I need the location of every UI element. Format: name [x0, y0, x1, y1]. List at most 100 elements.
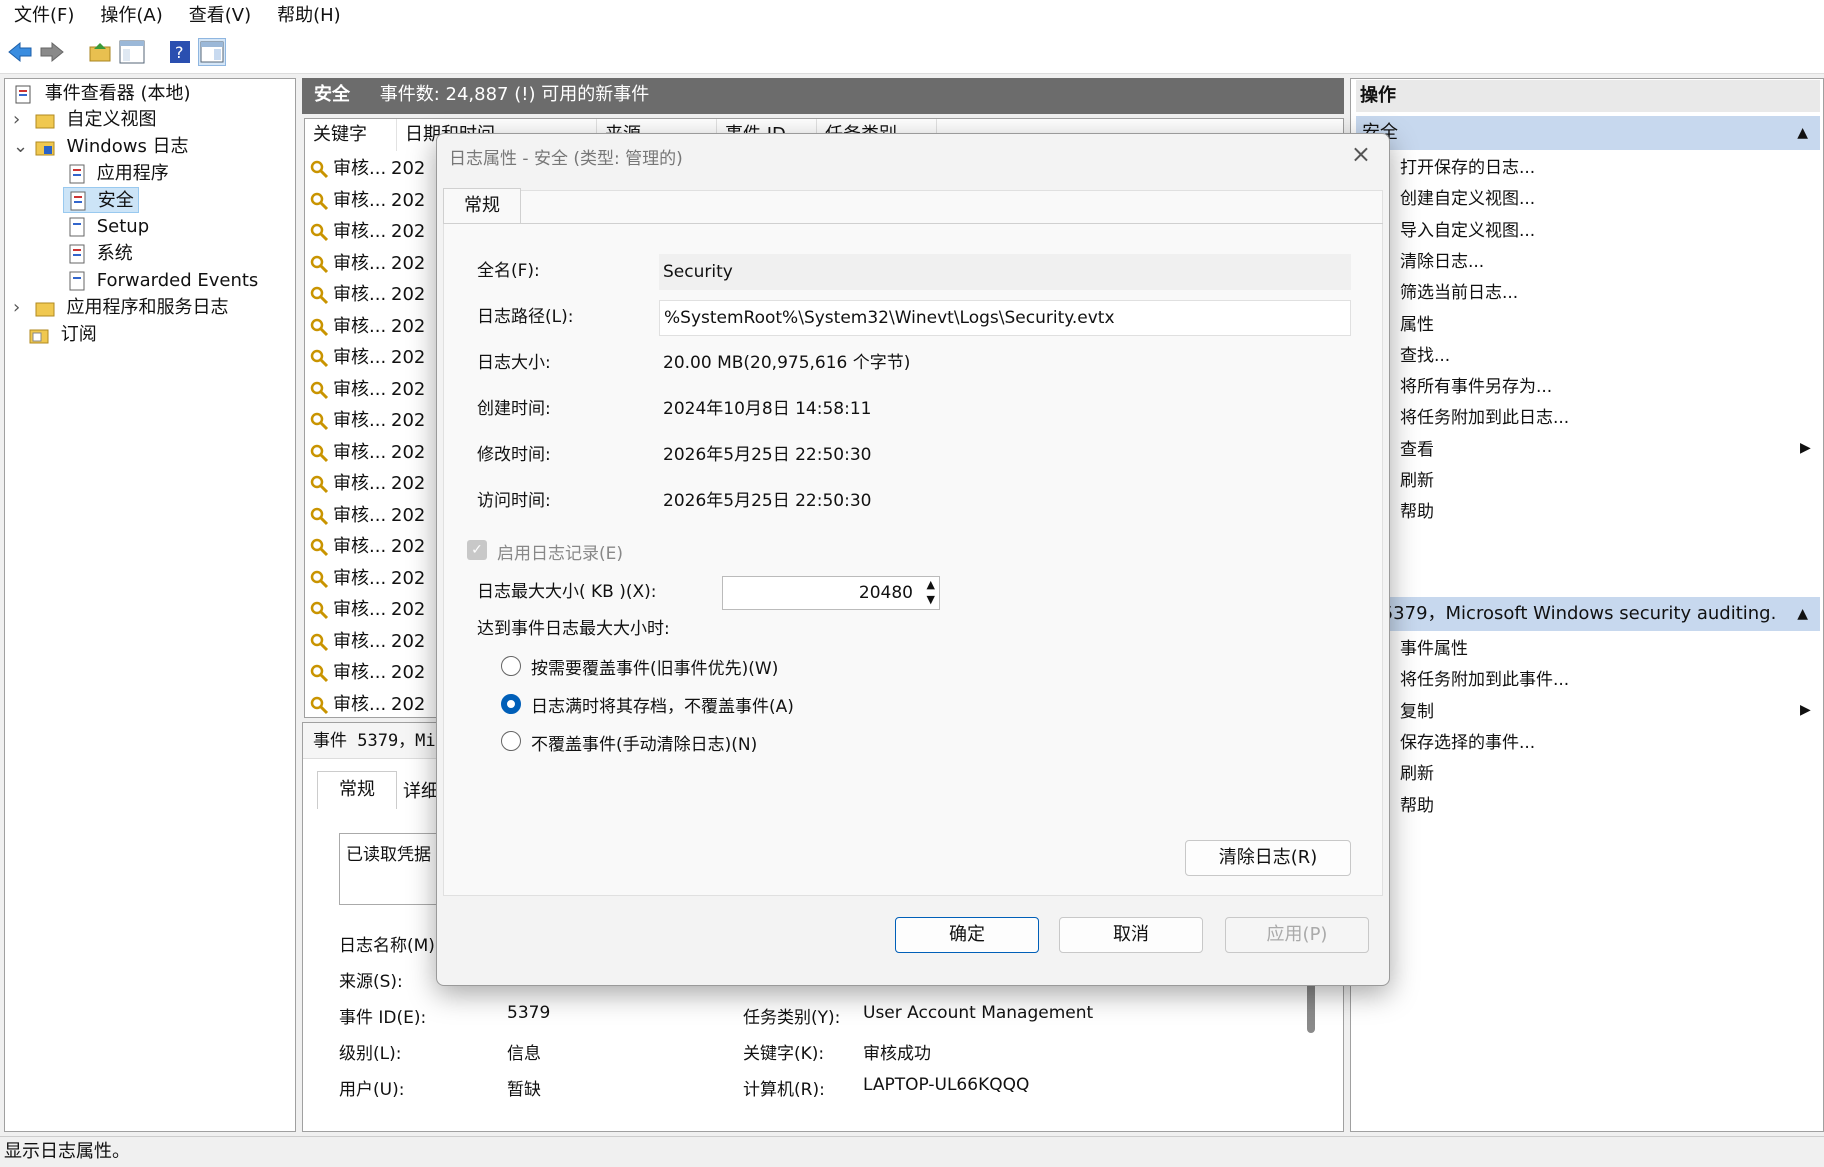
size-label: 日志大小:: [477, 353, 551, 373]
tree-windows-logs[interactable]: ⌄ Windows 日志: [13, 134, 189, 160]
table-row[interactable]: 审核... 202: [309, 279, 425, 310]
max-size-spinner[interactable]: 20480 ▲ ▼: [722, 576, 940, 610]
tree-log-setup[interactable]: Setup: [67, 214, 149, 240]
task-value: User Account Management: [863, 1003, 1094, 1023]
apply-button[interactable]: 应用(P): [1225, 917, 1369, 953]
table-row[interactable]: 审核... 202: [309, 216, 425, 247]
table-row[interactable]: 审核... 202: [309, 626, 425, 657]
radio-archive[interactable]: [501, 694, 521, 714]
audit-key-icon: [310, 601, 329, 620]
folder-icon: [35, 114, 55, 129]
audit-key-icon: [310, 318, 329, 336]
table-row[interactable]: 审核... 202: [309, 468, 425, 499]
cancel-button[interactable]: 取消: [1059, 917, 1203, 953]
log-icon: [69, 164, 85, 184]
tree-subscriptions[interactable]: 订阅: [29, 322, 97, 348]
table-row[interactable]: 审核... 202: [309, 563, 425, 594]
table-row[interactable]: 审核... 202: [309, 185, 425, 216]
audit-key-icon: [310, 381, 329, 399]
row-keyword: 审核...: [333, 504, 387, 526]
chevron-right-icon[interactable]: ›: [13, 295, 29, 321]
tab-general[interactable]: 常规: [317, 771, 397, 809]
tab-details[interactable]: 详细: [403, 777, 439, 803]
audit-key-icon: [310, 538, 329, 557]
tree-log-forwarded[interactable]: Forwarded Events: [67, 268, 258, 294]
path-field[interactable]: %SystemRoot%\System32\Winevt\Logs\Securi…: [659, 300, 1351, 336]
dialog-tab-general[interactable]: 常规: [443, 188, 521, 224]
tree-log-application[interactable]: 应用程序: [67, 161, 169, 187]
menu-file[interactable]: 文件(F): [0, 0, 86, 32]
show-hide-tree-icon[interactable]: [118, 38, 146, 66]
table-row[interactable]: 审核... 202: [309, 594, 425, 625]
table-row[interactable]: 审核... 202: [309, 153, 425, 184]
enable-logging-checkbox[interactable]: ✓: [467, 540, 487, 560]
status-bar: 显示日志属性。: [0, 1136, 1824, 1166]
collapse-icon[interactable]: ▲: [1797, 597, 1808, 631]
tree-custom-views-label: 自定义视图: [66, 109, 157, 130]
tree-subscriptions-label: 订阅: [60, 324, 97, 345]
action-item[interactable]: 帮助: [1400, 494, 1804, 530]
tree-app-service-logs[interactable]: › 应用程序和服务日志: [13, 295, 228, 321]
chevron-right-icon[interactable]: ›: [13, 107, 29, 133]
row-keyword: 审核...: [333, 158, 387, 179]
menu-action[interactable]: 操作(A): [86, 0, 174, 32]
table-row[interactable]: 审核... 202: [309, 342, 425, 373]
action-item[interactable]: 帮助: [1400, 788, 1804, 824]
table-row[interactable]: 审核... 202: [309, 374, 425, 405]
collapse-icon[interactable]: ▲: [1797, 116, 1808, 150]
table-row[interactable]: 审核... 202: [309, 311, 425, 342]
log-icon: [69, 244, 85, 264]
tree-log-system[interactable]: 系统: [67, 241, 133, 267]
table-row[interactable]: 审核... 202: [309, 437, 425, 468]
table-row[interactable]: 审核... 202: [309, 500, 425, 531]
menu-view[interactable]: 查看(V): [175, 0, 263, 32]
radio-no-overwrite-label[interactable]: 不覆盖事件(手动清除日志)(N): [531, 730, 757, 755]
actions-section-security[interactable]: 安全 ▲: [1356, 116, 1820, 150]
radio-archive-label[interactable]: 日志满时将其存档，不覆盖事件(A): [531, 692, 794, 717]
actions-section-event[interactable]: 件 5379，Microsoft Windows security auditi…: [1356, 597, 1820, 631]
forward-icon[interactable]: [38, 38, 66, 66]
ok-button[interactable]: 确定: [895, 917, 1039, 953]
up-folder-icon[interactable]: [86, 38, 114, 66]
table-row[interactable]: 审核... 202: [309, 405, 425, 436]
row-date: 202: [391, 284, 426, 305]
actions-section-label: 件 5379，Microsoft Windows security auditi…: [1358, 603, 1777, 624]
row-date: 202: [391, 410, 426, 431]
tree-custom-views[interactable]: › 自定义视图: [13, 107, 156, 133]
table-row[interactable]: 审核... 202: [309, 657, 425, 688]
radio-no-overwrite[interactable]: [501, 731, 521, 751]
table-row[interactable]: 审核... 202: [309, 689, 425, 720]
show-hide-action-pane-icon[interactable]: [198, 38, 226, 66]
back-icon[interactable]: [6, 38, 34, 66]
fullname-field: Security: [659, 254, 1351, 290]
column-header[interactable]: 关键字: [305, 119, 397, 151]
table-row[interactable]: 审核... 202: [309, 531, 425, 562]
row-keyword: 审核...: [333, 189, 387, 211]
radio-overwrite-label[interactable]: 按需要覆盖事件(旧事件优先)(W): [531, 654, 778, 679]
log-header: 安全 事件数: 24,887 (!) 可用的新事件: [302, 78, 1344, 114]
help-icon[interactable]: ?: [166, 38, 194, 66]
accessed-label: 访问时间:: [477, 491, 551, 511]
menu-help[interactable]: 帮助(H): [263, 0, 353, 32]
chevron-down-icon[interactable]: ⌄: [13, 134, 29, 160]
close-icon[interactable]: ×: [1351, 140, 1371, 168]
audit-key-icon: [310, 412, 329, 431]
row-date: 202: [391, 252, 426, 274]
row-keyword: 审核...: [333, 693, 387, 715]
toolbar: ?: [0, 32, 1824, 74]
row-date: 202: [391, 378, 426, 400]
radio-overwrite[interactable]: [501, 656, 521, 676]
row-keyword: 审核...: [333, 599, 387, 620]
max-size-label: 日志最大大小( KB )(X):: [477, 582, 657, 602]
fullname-label: 全名(F):: [477, 261, 540, 281]
clear-log-button[interactable]: 清除日志(R): [1185, 840, 1351, 876]
actions-title: 操作: [1356, 80, 1820, 112]
log-properties-dialog: 日志属性 - 安全 (类型: 管理的) × 常规 全名(F): Security…: [436, 133, 1390, 986]
log-header-info: 事件数: 24,887 (!) 可用的新事件: [379, 84, 650, 105]
tree-log-security[interactable]: 安全: [63, 187, 139, 213]
spinner-arrows-icon[interactable]: ▲ ▼: [927, 577, 935, 607]
tree-root[interactable]: 事件查看器 (本地): [13, 81, 191, 107]
table-row[interactable]: 审核... 202: [309, 248, 425, 279]
log-icon: [70, 191, 86, 211]
tab-divider: [521, 223, 1383, 224]
